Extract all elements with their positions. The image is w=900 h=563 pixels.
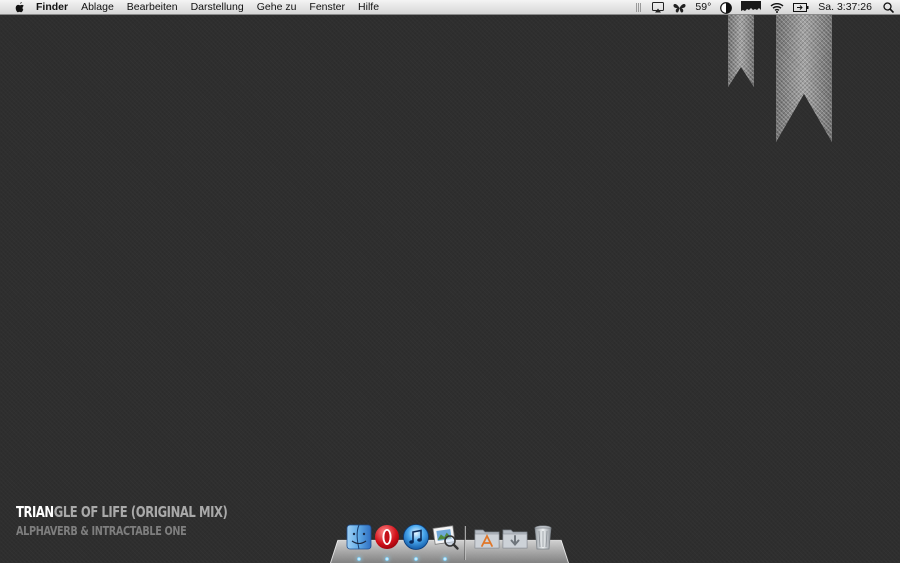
preview-icon[interactable] [430,522,460,552]
now-playing-title-highlight: TRIAN [16,503,54,521]
airplay-display-icon[interactable] [652,0,665,15]
dock-running-indicator [385,557,389,561]
downloads-folder-icon[interactable] [500,522,530,552]
menu-gehe-zu[interactable]: Gehe zu [257,0,297,15]
bookmark-ribbon-large [776,15,832,142]
now-playing-artist: ALPHAVERB & INTRACTABLE ONE [16,523,187,538]
dock-separator [464,526,466,560]
menu-extras: 59° Sa. 3:37:26 [626,0,900,15]
dock-running-indicator [357,557,361,561]
dock [338,522,563,563]
dock-running-indicator [443,557,447,561]
menu-bar: Finder Ablage Bearbeiten Darstellung Geh… [0,0,900,15]
menu-fenster[interactable]: Fenster [309,0,345,15]
apple-logo-icon[interactable] [12,0,26,15]
menu-ablage[interactable]: Ablage [81,0,114,15]
menu-clock[interactable]: Sa. 3:37:26 [818,0,872,15]
spotlight-icon[interactable] [883,0,894,15]
now-playing-widget: TRIANGLE OF LIFE (ORIGINAL MIX) ALPHAVER… [16,503,262,539]
dock-running-indicator [414,557,418,561]
applications-folder-icon[interactable] [472,522,502,552]
wifi-icon[interactable] [770,0,784,15]
finder-icon[interactable] [344,522,374,552]
contrast-icon[interactable] [720,0,733,15]
now-playing-title-rest: GLE OF LIFE (ORIGINAL MIX) [53,503,228,521]
butterfly-icon[interactable] [673,0,686,15]
menu-bearbeiten[interactable]: Bearbeiten [127,0,178,15]
now-playing-title: TRIANGLE OF LIFE (ORIGINAL MIX) [16,503,228,522]
bookmark-ribbon-small [728,15,754,87]
trash-icon[interactable] [528,522,558,552]
itunes-icon[interactable] [401,522,431,552]
menu-grip-icon[interactable] [635,0,643,15]
opera-icon[interactable] [372,522,402,552]
menu-app-finder[interactable]: Finder [36,0,68,15]
battery-icon[interactable] [793,0,809,15]
activity-graph-icon[interactable] [741,0,762,15]
menu-darstellung[interactable]: Darstellung [191,0,244,15]
weather-temperature[interactable]: 59° [695,0,711,15]
menu-hilfe[interactable]: Hilfe [358,0,379,15]
